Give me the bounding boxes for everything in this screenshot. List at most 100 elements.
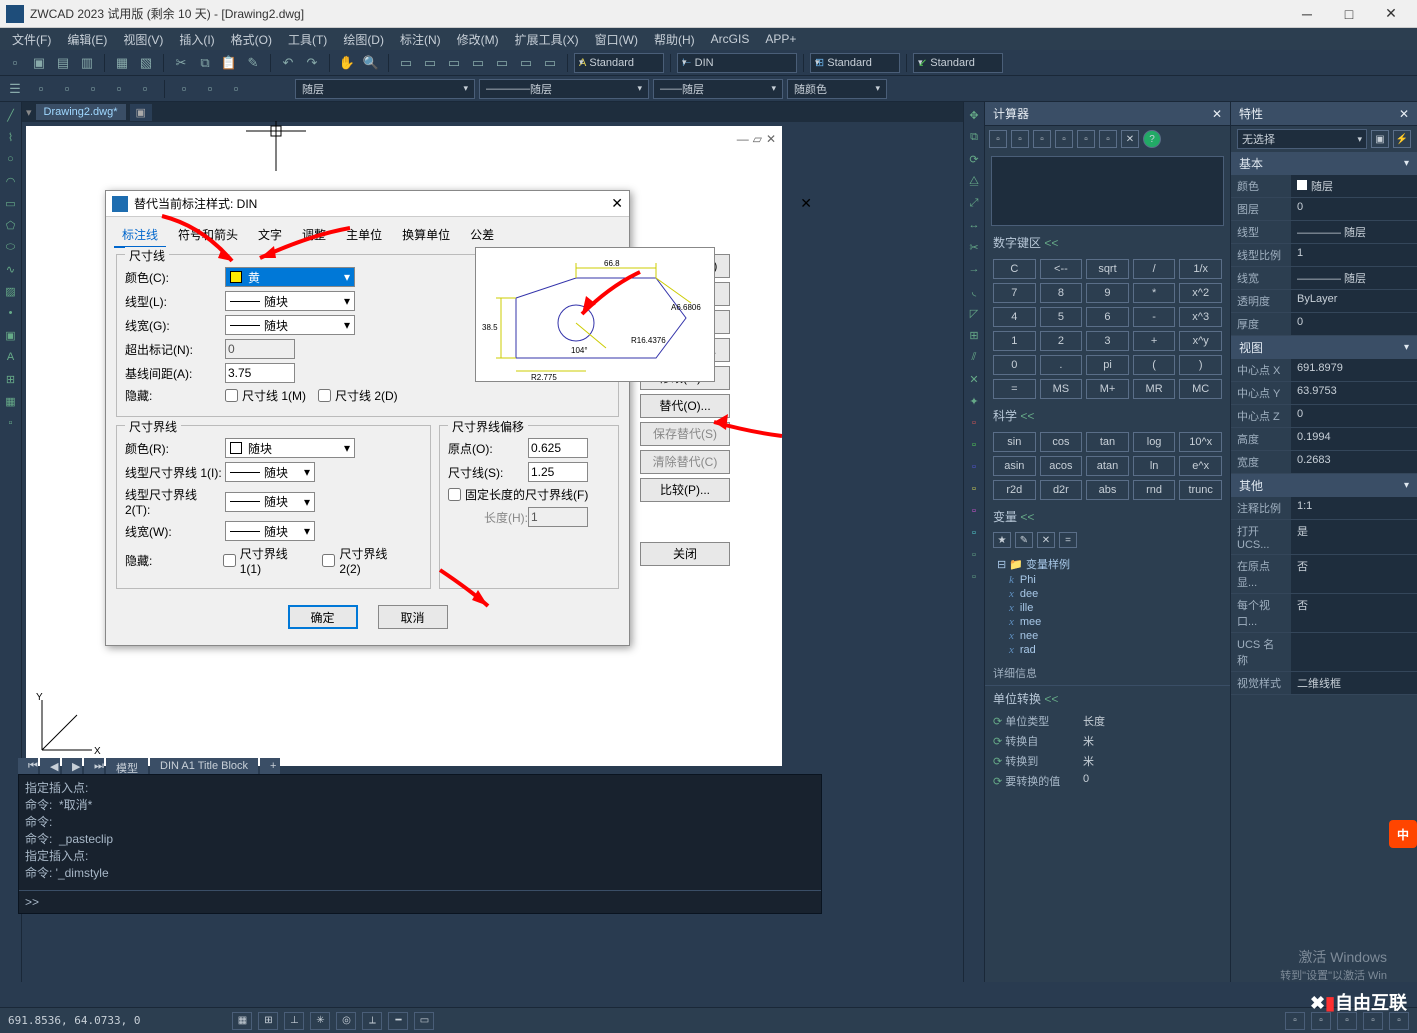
l1-icon[interactable]: ▫ <box>30 79 52 99</box>
calc-var-header[interactable]: 变量 <box>985 504 1230 529</box>
dimline-lineweight-select[interactable]: 随块▾ <box>225 315 355 335</box>
sb-r4-icon[interactable]: ▫ <box>1363 1012 1383 1030</box>
calc-key[interactable]: acos <box>1040 456 1083 476</box>
menu-item[interactable]: 帮助(H) <box>646 29 703 50</box>
t4-icon[interactable]: ▭ <box>467 53 489 73</box>
calc-key[interactable]: MS <box>1040 379 1083 399</box>
menu-item[interactable]: 标注(N) <box>392 29 449 50</box>
dialog-tab[interactable]: 调整 <box>294 223 334 248</box>
add-tab-icon[interactable]: ▣ <box>130 104 152 121</box>
dimline-color-select[interactable]: 黄▾ <box>225 267 355 287</box>
dialog-tab[interactable]: 符号和箭头 <box>170 223 246 248</box>
hatch-icon[interactable]: ▨ <box>1 281 21 301</box>
move-icon[interactable]: ✥ <box>964 105 984 125</box>
dimstyle-dropdown[interactable]: ⊢ DIN▾ <box>677 53 797 73</box>
copy-icon[interactable]: ⧉ <box>194 53 216 73</box>
explode-icon[interactable]: ✦ <box>964 391 984 411</box>
ortho-icon[interactable]: ⊥ <box>284 1012 304 1030</box>
vp-min-icon[interactable]: — <box>737 132 749 146</box>
calc-key[interactable]: 9 <box>1086 283 1129 303</box>
dimline-hide1-checkbox[interactable]: 尺寸线 1(M) <box>225 387 306 404</box>
props-row[interactable]: 打开 UCS...是 <box>1231 520 1417 555</box>
region-icon[interactable]: ▦ <box>1 391 21 411</box>
calc-key[interactable]: d2r <box>1040 480 1083 500</box>
m16-icon[interactable]: ▫ <box>964 435 984 455</box>
offset-origin-input[interactable] <box>528 438 588 458</box>
calc-key[interactable]: M+ <box>1086 379 1129 399</box>
dimline-extend-input[interactable] <box>225 339 295 359</box>
props-selection-dropdown[interactable]: 无选择▾ <box>1237 129 1367 149</box>
sb-r1-icon[interactable]: ▫ <box>1285 1012 1305 1030</box>
menu-item[interactable]: ArcGIS <box>703 30 758 48</box>
menu-item[interactable]: 窗口(W) <box>587 29 646 50</box>
erase-icon[interactable]: ✕ <box>964 369 984 389</box>
unit-row[interactable]: 转换到米 <box>985 751 1230 771</box>
calc-key[interactable]: 3 <box>1086 331 1129 351</box>
pan-icon[interactable]: ✋ <box>336 53 358 73</box>
calc-i2-icon[interactable]: ▫ <box>1011 130 1029 148</box>
t5-icon[interactable]: ▭ <box>491 53 513 73</box>
menu-item[interactable]: 插入(I) <box>171 29 222 50</box>
close-button[interactable]: ✕ <box>1371 3 1411 25</box>
var-tree-root[interactable]: ⊟ 📁 变量样例 <box>993 555 1222 573</box>
dialog-tab[interactable]: 公差 <box>462 223 502 248</box>
layer-dropdown[interactable]: 随层▾ <box>295 79 475 99</box>
dimstyle-mgr-close-icon[interactable]: ✕ <box>800 195 812 212</box>
calc-key[interactable]: tan <box>1086 432 1129 452</box>
table-icon[interactable]: ⊞ <box>1 369 21 389</box>
dimline-baseline-input[interactable] <box>225 363 295 383</box>
offset-dimline-input[interactable] <box>528 462 588 482</box>
t7-icon[interactable]: ▭ <box>539 53 561 73</box>
paste-icon[interactable]: 📋 <box>218 53 240 73</box>
props-section-header[interactable]: 其他▾ <box>1231 474 1417 497</box>
undo-icon[interactable]: ↶ <box>277 53 299 73</box>
menu-item[interactable]: 文件(F) <box>4 29 59 50</box>
calc-key[interactable]: C <box>993 259 1036 279</box>
props-row[interactable]: 线型比例1 <box>1231 244 1417 267</box>
calc-key[interactable]: * <box>1133 283 1176 303</box>
t6-icon[interactable]: ▭ <box>515 53 537 73</box>
textstyle-dropdown[interactable]: A Standard▾ <box>574 53 664 73</box>
calc-key[interactable]: - <box>1133 307 1176 327</box>
m17-icon[interactable]: ▫ <box>964 457 984 477</box>
calc-key[interactable]: MR <box>1133 379 1176 399</box>
override-dimstyle-button[interactable]: 替代(O)... <box>640 394 730 418</box>
ok-button[interactable]: 确定 <box>288 605 358 629</box>
dialog-tab[interactable]: 标注线 <box>114 223 166 248</box>
calc-key[interactable]: 7 <box>993 283 1036 303</box>
l4-icon[interactable]: ▫ <box>108 79 130 99</box>
props-row[interactable]: 线型———— 随层 <box>1231 221 1417 244</box>
t15-icon[interactable]: ▫ <box>1 413 21 433</box>
document-tab[interactable]: Drawing2.dwg* <box>36 104 126 120</box>
array-icon[interactable]: ⊞ <box>964 325 984 345</box>
compare-dimstyle-button[interactable]: 比较(P)... <box>640 478 730 502</box>
props-row[interactable]: 高度0.1994 <box>1231 428 1417 451</box>
mleaderstyle-dropdown[interactable]: ↙ Standard▾ <box>913 53 1003 73</box>
calc-key[interactable]: sqrt <box>1086 259 1129 279</box>
extline-lw-select[interactable]: 随块▾ <box>225 521 315 541</box>
arc-icon[interactable]: ◠ <box>1 171 21 191</box>
print-icon[interactable]: ▦ <box>111 53 133 73</box>
ime-icon[interactable]: 中 <box>1389 820 1417 848</box>
polar-icon[interactable]: ✳ <box>310 1012 330 1030</box>
calc-key[interactable]: 4 <box>993 307 1036 327</box>
menu-item[interactable]: 扩展工具(X) <box>507 29 587 50</box>
calc-close-icon[interactable]: ✕ <box>1212 107 1222 121</box>
t3-icon[interactable]: ▭ <box>443 53 465 73</box>
var-tree-item[interactable]: kPhi <box>993 573 1222 587</box>
saveas-icon[interactable]: ▥ <box>76 53 98 73</box>
menu-item[interactable]: 视图(V) <box>115 29 171 50</box>
props-row[interactable]: 每个视口...否 <box>1231 594 1417 633</box>
l5-icon[interactable]: ▫ <box>134 79 156 99</box>
calc-help-icon[interactable]: ? <box>1143 130 1161 148</box>
vp-close-icon[interactable]: ✕ <box>766 132 776 146</box>
lineweight-dropdown[interactable]: —— 随层▾ <box>653 79 783 99</box>
menu-item[interactable]: 绘图(D) <box>335 29 392 50</box>
var-edit-icon[interactable]: ✎ <box>1015 532 1033 548</box>
calc-key[interactable]: atan <box>1086 456 1129 476</box>
chamfer-icon[interactable]: ◸ <box>964 303 984 323</box>
calc-i7-icon[interactable]: ✕ <box>1121 130 1139 148</box>
calc-key[interactable]: <-- <box>1040 259 1083 279</box>
props-section-header[interactable]: 基本▾ <box>1231 152 1417 175</box>
calc-key[interactable]: sin <box>993 432 1036 452</box>
